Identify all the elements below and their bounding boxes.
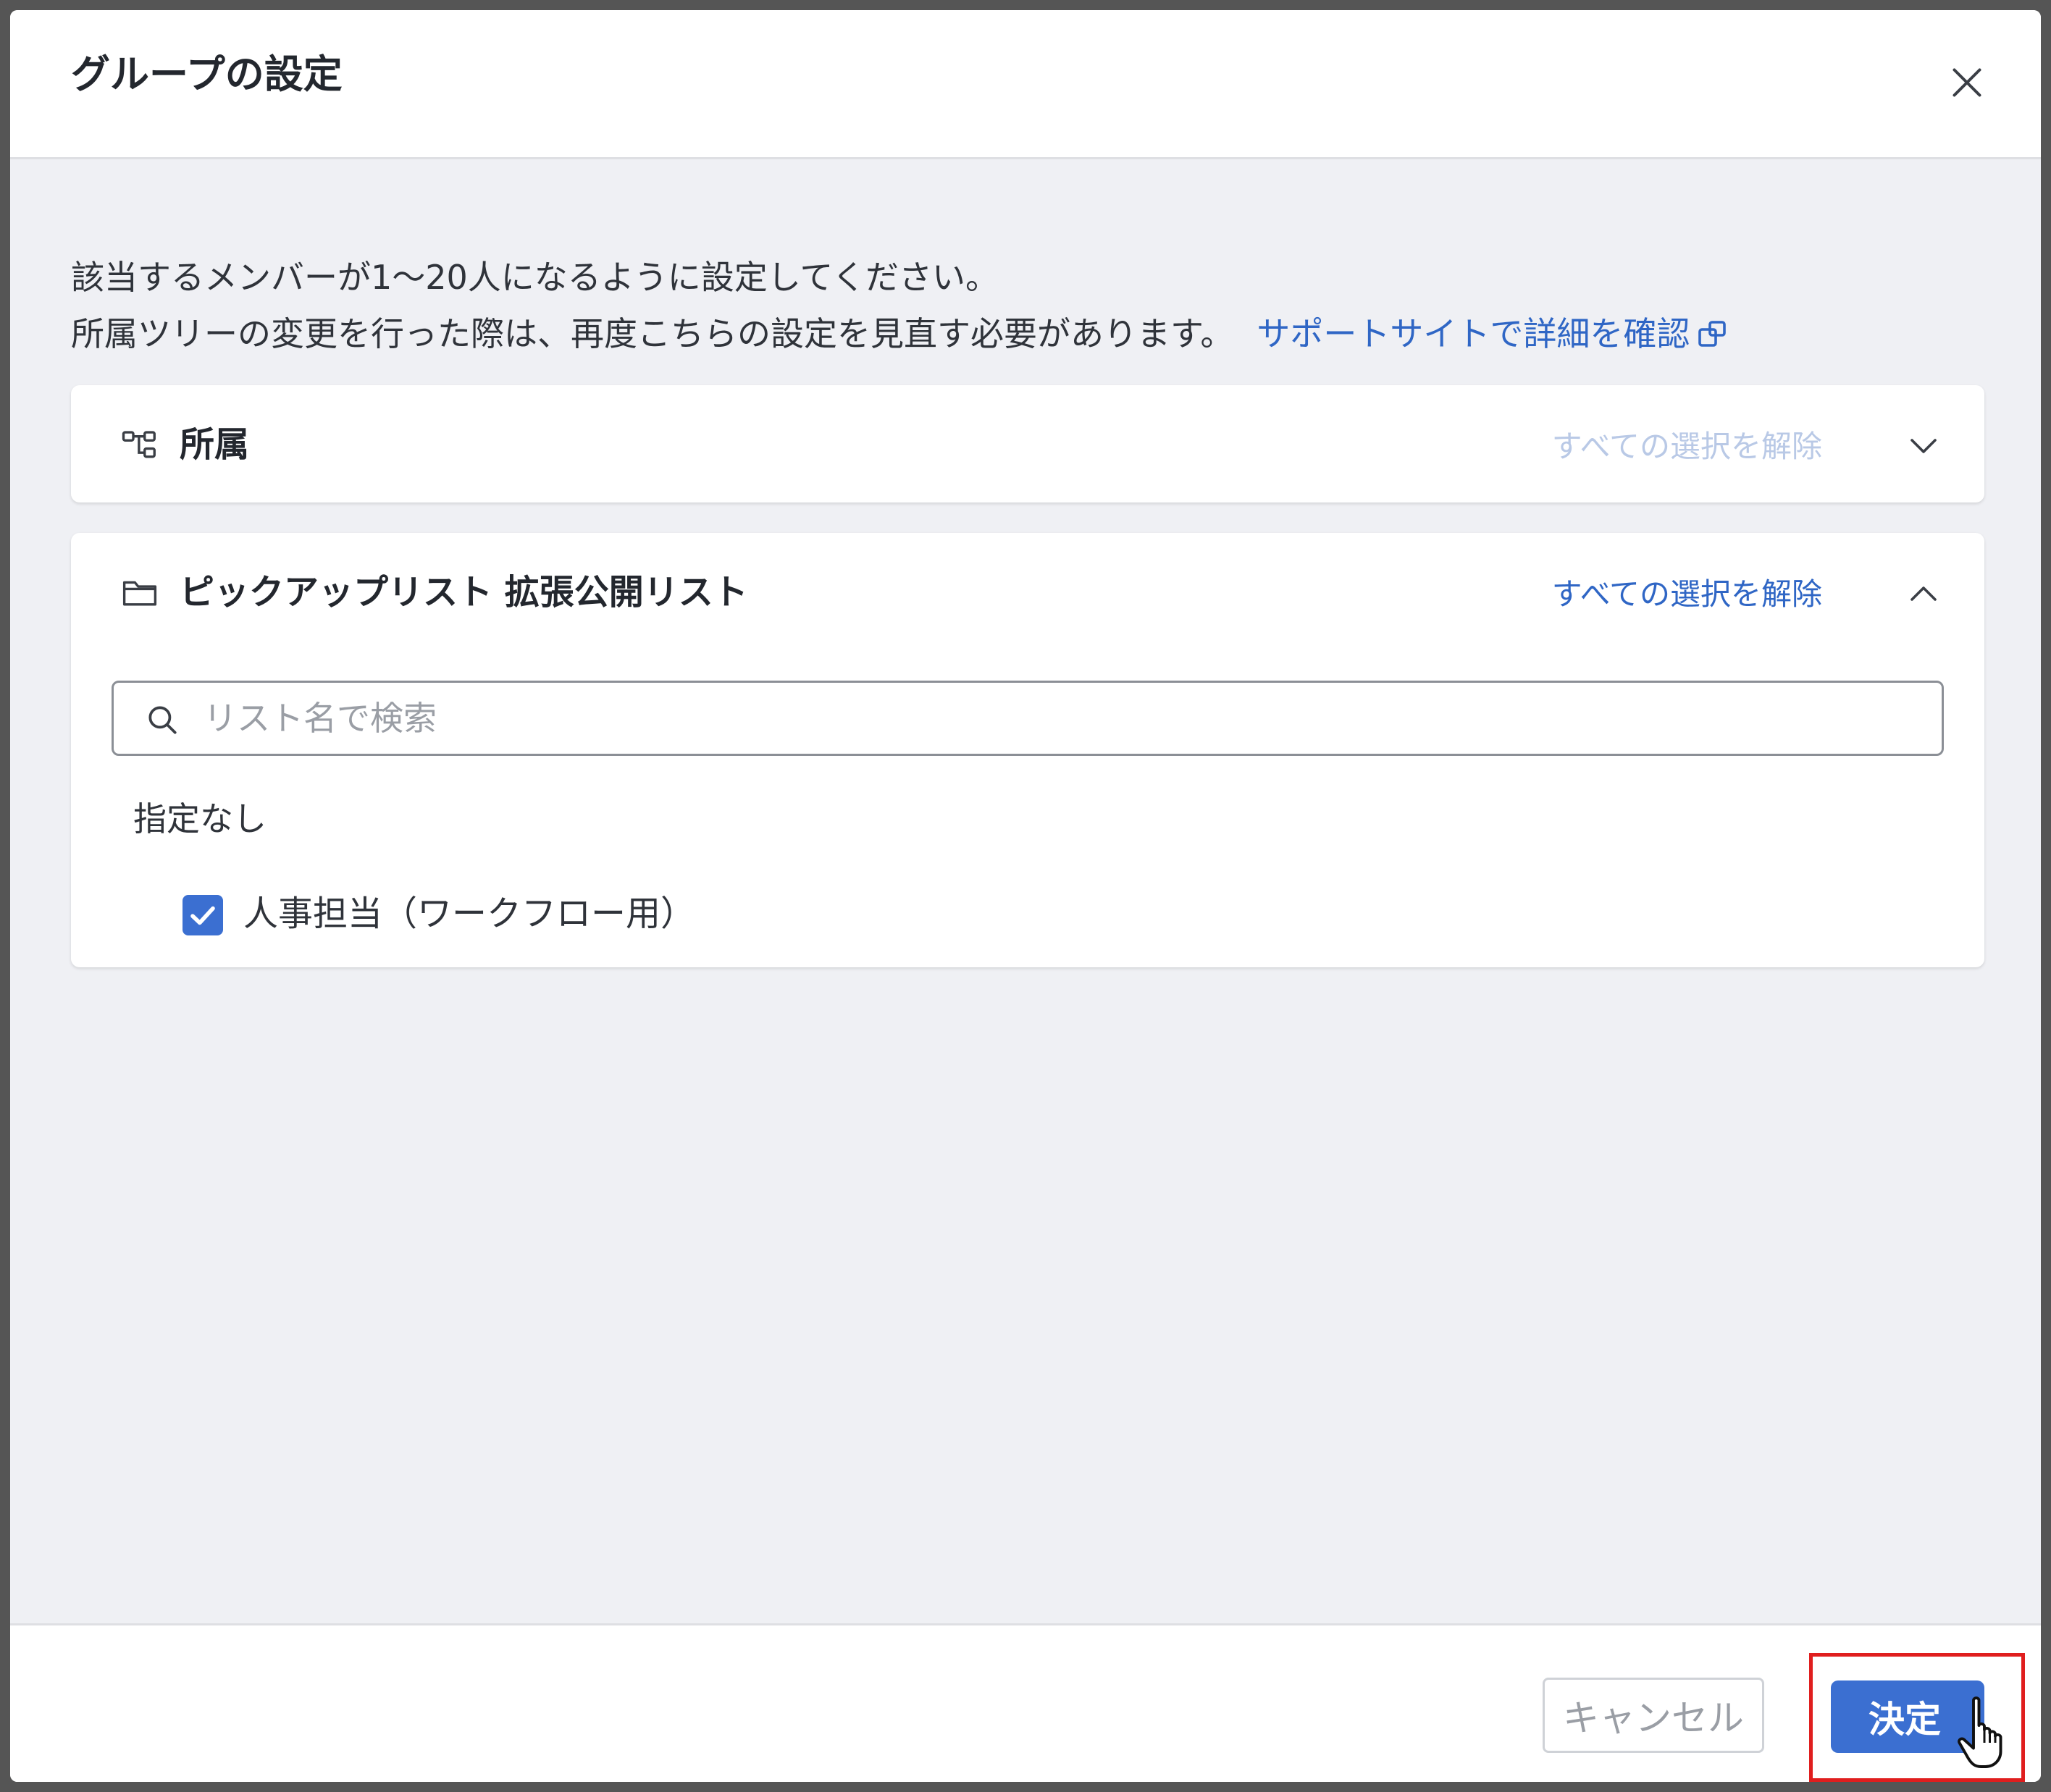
group-settings-dialog: グループの設定 該当するメンバーが1〜20人になるように設定してください。 所属… [10,10,2041,1782]
close-button[interactable] [1945,61,1989,104]
affiliation-panel-header[interactable]: 所属 すべての選択を解除 [71,385,1984,502]
org-tree-icon [120,426,159,465]
dialog-description: 該当するメンバーが1〜20人になるように設定してください。 所属ツリーの変更を行… [71,249,1730,362]
close-icon [1953,68,1981,97]
list-option-label: 人事担当（ワークフロー用） [243,893,696,934]
group-label-unspecified: 指定なし [133,799,267,838]
external-link-icon [1695,311,1730,347]
dialog-title: グループの設定 [71,51,343,97]
dialog-header: グループの設定 [10,10,2041,159]
picklist-panel-title: ピックアップリスト 拡張公開リスト [180,572,748,613]
list-search-box [112,681,1944,756]
affiliation-clear-all-button[interactable]: すべての選択を解除 [1552,429,1822,463]
chevron-down-icon [1911,439,1937,453]
dialog-footer: キャンセル 決定 [10,1623,2041,1782]
picklist-panel: ピックアップリスト 拡張公開リスト すべての選択を解除 指定なし [71,533,1984,967]
support-site-link[interactable]: サポートサイトで詳細を確認 [1257,314,1730,353]
picklist-collapse-button[interactable] [1906,576,1941,611]
support-site-link-label: サポートサイトで詳細を確認 [1257,314,1690,353]
description-line-2: 所属ツリーの変更を行った際は、再度こちらの設定を見直す必要があります。 サポートサ… [71,306,1730,362]
picklist-clear-all-button[interactable]: すべての選択を解除 [1552,577,1822,611]
checkmark-icon [190,906,215,925]
cancel-button[interactable]: キャンセル [1543,1678,1764,1753]
confirm-button[interactable]: 決定 [1831,1680,1984,1753]
affiliation-panel-title: 所属 [180,424,250,465]
list-option-checkbox[interactable] [183,895,223,935]
picklist-panel-header[interactable]: ピックアップリスト 拡張公開リスト すべての選択を解除 [71,533,1984,650]
description-line-1: 該当するメンバーが1〜20人になるように設定してください。 [71,258,999,297]
description-line-2-text: 所属ツリーの変更を行った際は、再度こちらの設定を見直す必要があります。 [71,314,1234,353]
folder-icon [120,573,159,613]
affiliation-panel: 所属 すべての選択を解除 [71,385,1984,502]
affiliation-expand-button[interactable] [1906,429,1941,463]
list-search-input[interactable] [204,691,1898,745]
search-icon [144,702,180,738]
chevron-up-icon [1911,586,1937,601]
